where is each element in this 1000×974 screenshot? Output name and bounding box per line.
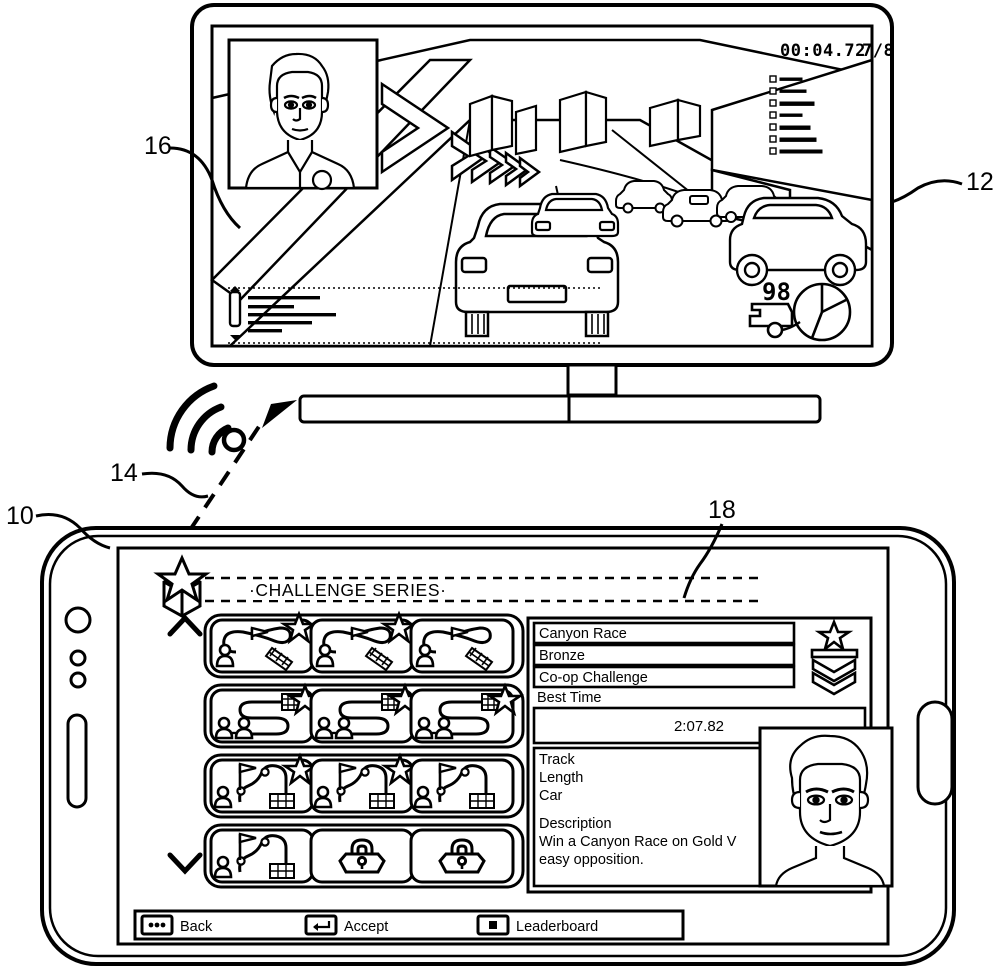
leaderboard-button-label: Leaderboard [516,919,598,935]
table-row[interactable] [209,828,315,884]
table-row[interactable] [209,752,320,814]
challenge-row-4 [203,823,525,889]
wifi-origin-dot-icon [221,427,247,453]
camera-icon [64,606,92,634]
action-bar: Back Accept Leaderboard [133,909,685,941]
table-row[interactable] [309,682,425,744]
speedometer-icon [748,302,794,328]
player-avatar-icon [758,726,894,888]
stat-label-car: Car [539,788,563,804]
ref-numeral-18: 18 [708,496,736,524]
back-button-label: Back [180,919,213,935]
table-row[interactable] [409,618,515,674]
ref-numeral-14: 14 [110,459,138,487]
ref-numeral-16: 16 [144,132,172,160]
table-row [409,828,515,884]
television-display: 00:04.72 7/8 98 [190,3,894,424]
waypoint-icon [260,767,270,777]
best-time-label: Best Time [537,690,601,706]
challenge-detail-panel: Canyon Race Bronze Co-op Challenge Best … [526,616,894,894]
ref-numeral-12: 12 [966,168,994,196]
ref-numeral-10: 10 [6,502,34,530]
stat-label-length: Length [539,770,583,786]
table-row [309,828,415,884]
tv-driver-portrait [227,38,379,191]
description-line-1: Win a Canyon Race on Gold V [539,834,737,850]
table-row[interactable] [309,610,419,674]
table-row[interactable] [309,752,420,814]
checkered-grid-icon [469,793,495,809]
challenge-row-3 [203,752,525,819]
accept-button[interactable]: Accept [304,914,388,936]
waypoint-icon [260,837,270,847]
home-button-icon[interactable] [916,700,954,806]
leaderboard-button[interactable]: Leaderboard [476,914,598,936]
medal-text: Bronze [539,648,585,664]
waypoint-icon [360,767,370,777]
patent-figure-canvas: 00:04.72 7/8 98 ·CHALLENGE SERIES· Canyo… [0,0,1000,974]
table-row[interactable] [409,758,515,814]
waypoint-icon [460,767,470,777]
table-row[interactable] [409,682,525,744]
page-title: ·CHALLENGE SERIES· [249,580,447,600]
tv-hud-timer: 00:04.72 7/8 [780,41,894,61]
table-row[interactable] [209,682,325,744]
proximity-sensor-icon [69,649,87,667]
earpiece-speaker-icon [66,713,88,809]
hud-speed-text: 98 [762,278,791,306]
checkered-grid-icon [369,793,395,809]
challenge-row-1 [203,610,525,679]
mode-text: Co-op Challenge [539,670,648,686]
description-line-2: easy opposition. [539,852,644,868]
vertical-slider-icon[interactable] [228,290,242,328]
race-name-text: Canyon Race [539,626,627,642]
mobile-device: ·CHALLENGE SERIES· Canyon Race Bronze Co… [40,526,956,966]
hud-timer-text: 00:04.72 [780,41,866,61]
hud-lap-text: 7/8 [862,41,894,61]
enter-key-icon[interactable] [304,914,338,936]
figure-root: 00:04.72 7/8 98 ·CHALLENGE SERIES· Canyo… [0,0,1000,974]
table-row[interactable] [209,610,319,674]
checkered-grid-icon [269,863,295,879]
best-time-value: 2:07.82 [674,718,724,735]
challenge-row-2 [203,682,525,749]
description-label: Description [539,816,612,832]
accept-button-label: Accept [344,919,388,935]
action-bar-frame [133,909,685,941]
light-sensor-icon [69,671,87,689]
stat-label-track: Track [539,752,575,768]
checkered-grid-icon [269,793,295,809]
opponent-car-icon-1 [530,192,620,238]
